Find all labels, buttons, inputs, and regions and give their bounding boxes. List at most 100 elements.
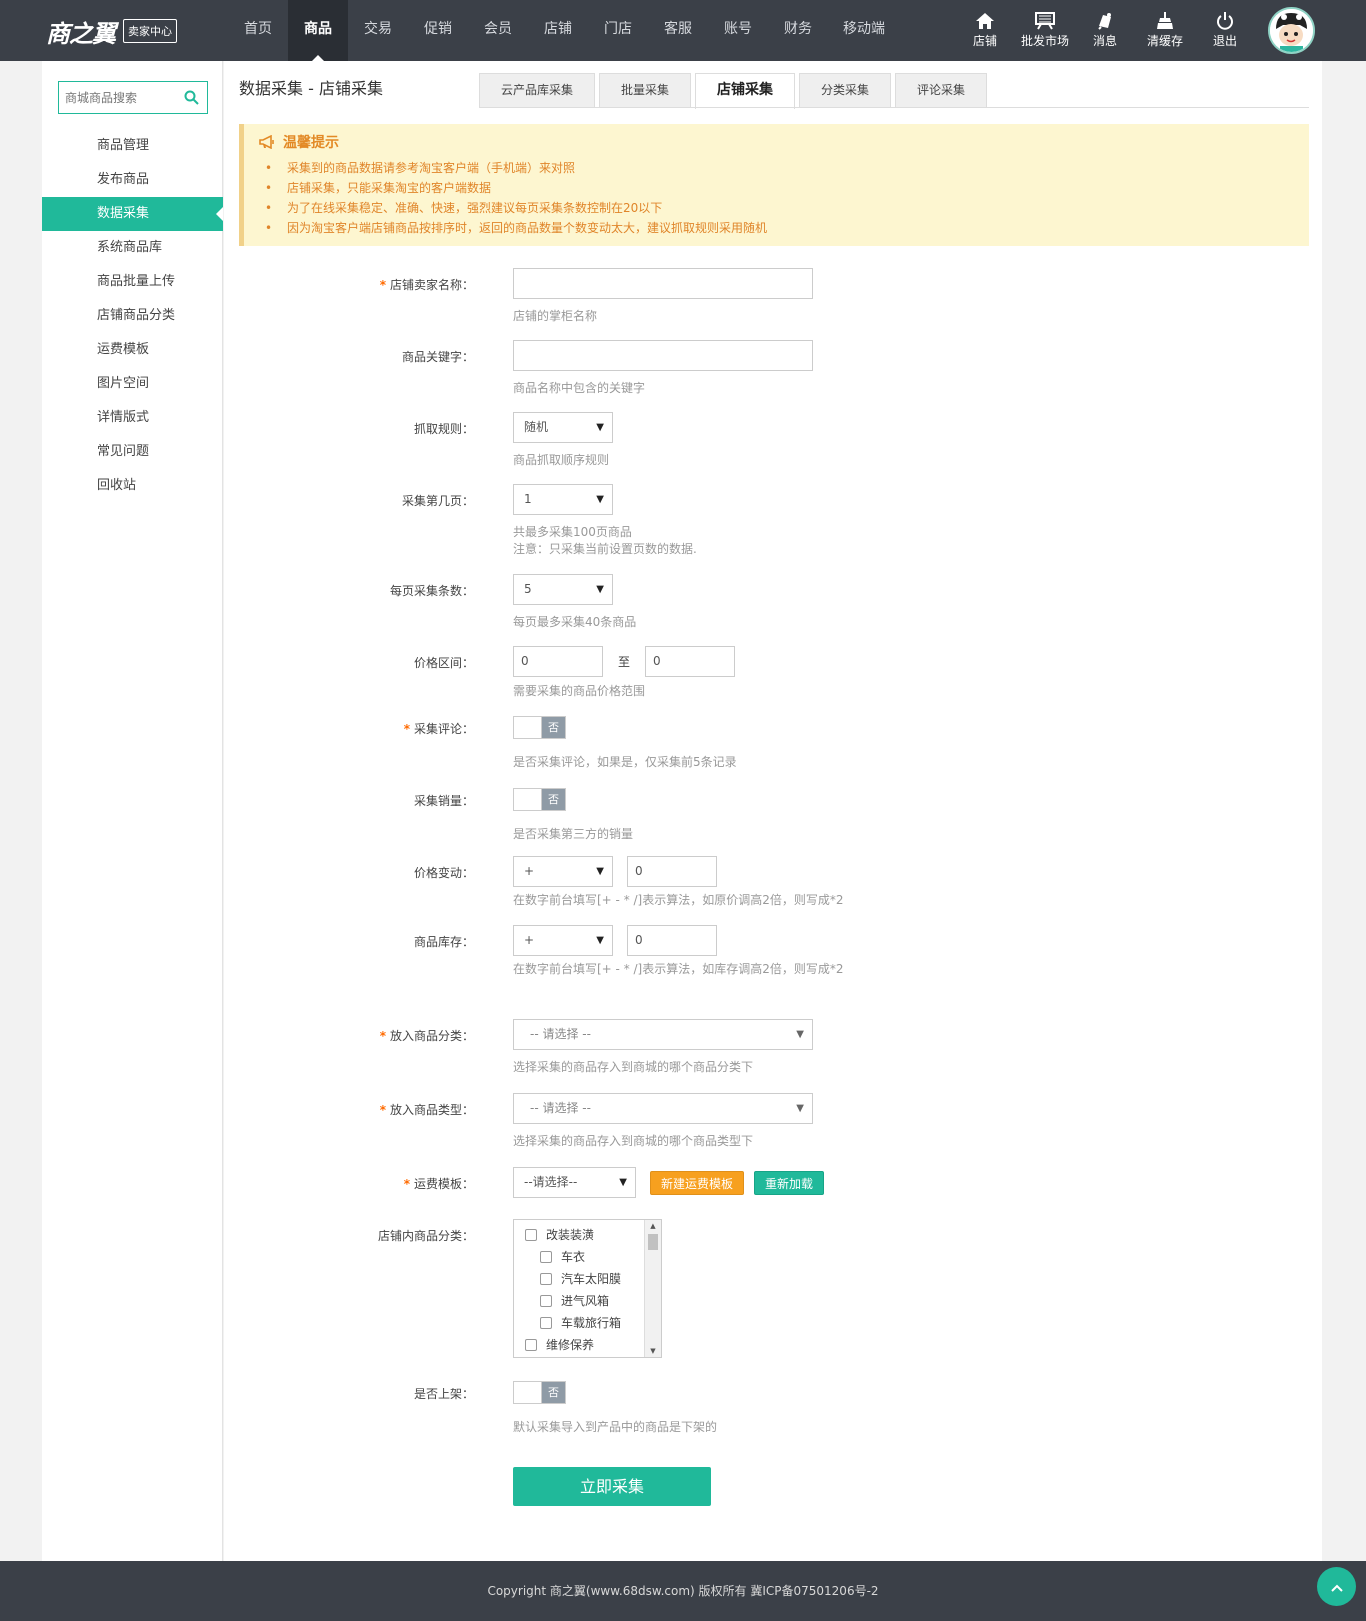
avatar[interactable] xyxy=(1268,7,1315,54)
notice-item: 店铺采集，只能采集淘宝的客户端数据 xyxy=(259,178,1294,198)
price-change-op-select[interactable]: + ▼ xyxy=(513,856,613,887)
header-tools: 店铺 批发市场 消息 清缓存 退出 xyxy=(955,0,1255,61)
caret-down-icon: ▼ xyxy=(796,1103,804,1114)
hint-rule: 商品抓取顺序规则 xyxy=(513,453,610,467)
logo[interactable]: 商之翼 卖家中心 xyxy=(46,14,177,48)
nav-mobile[interactable]: 移动端 xyxy=(828,0,900,61)
sidebar-item-shop-category[interactable]: 店铺商品分类 xyxy=(42,299,223,333)
tool-shop[interactable]: 店铺 xyxy=(955,0,1015,61)
price-min-input[interactable]: 0 xyxy=(513,646,603,677)
search-input[interactable] xyxy=(59,82,179,113)
collect-now-button[interactable]: 立即采集 xyxy=(513,1467,711,1506)
caret-down-icon: ▼ xyxy=(619,1177,627,1188)
top-header: 商之翼 卖家中心 首页 商品 交易 促销 会员 店铺 门店 客服 账号 财务 移… xyxy=(0,0,1366,61)
list-item[interactable]: 车载旅行箱 xyxy=(525,1312,661,1334)
page-select[interactable]: 1 ▼ xyxy=(513,484,613,515)
tool-logout[interactable]: 退出 xyxy=(1195,0,1255,61)
shipping-select[interactable]: --请选择-- ▼ xyxy=(513,1167,636,1198)
checkbox[interactable] xyxy=(540,1317,552,1329)
stock-input[interactable]: 0 xyxy=(627,925,717,956)
on-sale-toggle[interactable]: 否 xyxy=(513,1381,566,1404)
nav-goods[interactable]: 商品 xyxy=(288,0,348,61)
nav-finance[interactable]: 财务 xyxy=(768,0,828,61)
tab-batch-collect[interactable]: 批量采集 xyxy=(599,73,692,107)
stock-op-select[interactable]: + ▼ xyxy=(513,925,613,956)
sidebar-item-detail-layout[interactable]: 详情版式 xyxy=(42,401,223,435)
scroll-down-icon[interactable]: ▼ xyxy=(645,1345,661,1357)
tool-market[interactable]: 批发市场 xyxy=(1015,0,1075,61)
required-mark: * xyxy=(379,1029,386,1043)
shop-category-list[interactable]: 改装装潢 车衣 汽车太阳膜 进气风箱 车载旅行箱 维修保养 ▲ ▼ xyxy=(513,1219,662,1358)
new-freight-template-button[interactable]: 新建运费模板 xyxy=(650,1170,745,1195)
scroll-thumb[interactable] xyxy=(648,1234,658,1250)
hint-per-page: 每页最多采集40条商品 xyxy=(513,615,637,629)
checkbox[interactable] xyxy=(540,1251,552,1263)
price-change-input[interactable]: 0 xyxy=(627,856,717,887)
tab-category-collect[interactable]: 分类采集 xyxy=(799,73,892,107)
nav-store[interactable]: 门店 xyxy=(588,0,648,61)
keyword-input[interactable] xyxy=(513,340,813,371)
sidebar-item-freight-template[interactable]: 运费模板 xyxy=(42,333,223,367)
list-item[interactable]: 汽车太阳膜 xyxy=(525,1268,661,1290)
sales-toggle[interactable]: 否 xyxy=(513,788,566,811)
nav-trade[interactable]: 交易 xyxy=(348,0,408,61)
sidebar-item-goods-manage[interactable]: 商品管理 xyxy=(42,129,223,163)
hint-seller-name: 店铺的掌柜名称 xyxy=(513,309,598,323)
type-select[interactable]: -- 请选择 -- ▼ xyxy=(513,1093,813,1124)
nav-promotion[interactable]: 促销 xyxy=(408,0,468,61)
label-type: * 放入商品类型： xyxy=(379,1103,474,1117)
search-icon[interactable] xyxy=(184,90,199,105)
label-rule: 抓取规则： xyxy=(413,422,474,436)
caret-down-icon: ▼ xyxy=(596,935,604,946)
notice-item: 因为淘宝客户端店铺商品按排序时，返回的商品数量个数变动太大，建议抓取规则采用随机 xyxy=(259,218,1294,238)
sidebar-item-faq[interactable]: 常见问题 xyxy=(42,435,223,469)
list-item[interactable]: 改装装潢 xyxy=(525,1224,661,1246)
sidebar-item-system-library[interactable]: 系统商品库 xyxy=(42,231,223,265)
sidebar-item-data-collect[interactable]: 数据采集 xyxy=(42,197,223,231)
category-select[interactable]: -- 请选择 -- ▼ xyxy=(513,1019,813,1050)
main-content: 数据采集 - 店铺采集 云产品库采集 批量采集 店铺采集 分类采集 评论采集 温… xyxy=(224,61,1322,1561)
nav-service[interactable]: 客服 xyxy=(648,0,708,61)
checkbox[interactable] xyxy=(525,1229,537,1241)
hint-comment: 是否采集评论，如果是，仅采集前5条记录 xyxy=(513,755,737,769)
footer-copyright: Copyright 商之翼(www.68dsw.com) 版权所有 冀ICP备0… xyxy=(487,1584,879,1598)
caret-down-icon: ▼ xyxy=(596,422,604,433)
required-mark: * xyxy=(403,722,410,736)
tool-clear-cache[interactable]: 清缓存 xyxy=(1135,0,1195,61)
nav-member[interactable]: 会员 xyxy=(468,0,528,61)
label-stock: 商品库存： xyxy=(413,935,474,949)
nav-shop[interactable]: 店铺 xyxy=(528,0,588,61)
notice-title: 温馨提示 xyxy=(259,132,1294,152)
nav-account[interactable]: 账号 xyxy=(708,0,768,61)
reload-button[interactable]: 重新加载 xyxy=(754,1170,825,1195)
back-to-top-button[interactable] xyxy=(1317,1567,1356,1606)
tool-message[interactable]: 消息 xyxy=(1075,0,1135,61)
checkbox[interactable] xyxy=(540,1273,552,1285)
label-per-page: 每页采集条数： xyxy=(389,584,474,598)
logo-text: 商之翼 xyxy=(46,18,116,48)
tab-shop-collect[interactable]: 店铺采集 xyxy=(695,73,796,109)
sidebar-item-image-space[interactable]: 图片空间 xyxy=(42,367,223,401)
label-comment: * 采集评论： xyxy=(403,722,474,736)
list-item[interactable]: 维修保养 xyxy=(525,1334,661,1356)
sidebar-item-publish[interactable]: 发布商品 xyxy=(42,163,223,197)
seller-name-input[interactable] xyxy=(513,268,813,299)
list-item[interactable]: 进气风箱 xyxy=(525,1290,661,1312)
chevron-up-icon xyxy=(1330,1584,1343,1592)
hint-category: 选择采集的商品存入到商城的哪个商品分类下 xyxy=(513,1060,754,1074)
nav-home[interactable]: 首页 xyxy=(228,0,288,61)
comment-toggle[interactable]: 否 xyxy=(513,716,566,739)
tab-comment-collect[interactable]: 评论采集 xyxy=(895,73,988,107)
sidebar-item-recycle-bin[interactable]: 回收站 xyxy=(42,469,223,503)
scrollbar[interactable]: ▲ ▼ xyxy=(644,1220,661,1357)
tab-cloud-collect[interactable]: 云产品库采集 xyxy=(479,73,596,107)
scroll-up-icon[interactable]: ▲ xyxy=(645,1220,661,1232)
hint-page: 共最多采集100页商品 xyxy=(513,525,632,539)
sidebar-item-batch-upload[interactable]: 商品批量上传 xyxy=(42,265,223,299)
price-max-input[interactable]: 0 xyxy=(645,646,736,677)
checkbox[interactable] xyxy=(525,1339,537,1351)
rule-select[interactable]: 随机 ▼ xyxy=(513,412,613,443)
per-page-select[interactable]: 5 ▼ xyxy=(513,574,613,605)
list-item[interactable]: 车衣 xyxy=(525,1246,661,1268)
checkbox[interactable] xyxy=(540,1295,552,1307)
